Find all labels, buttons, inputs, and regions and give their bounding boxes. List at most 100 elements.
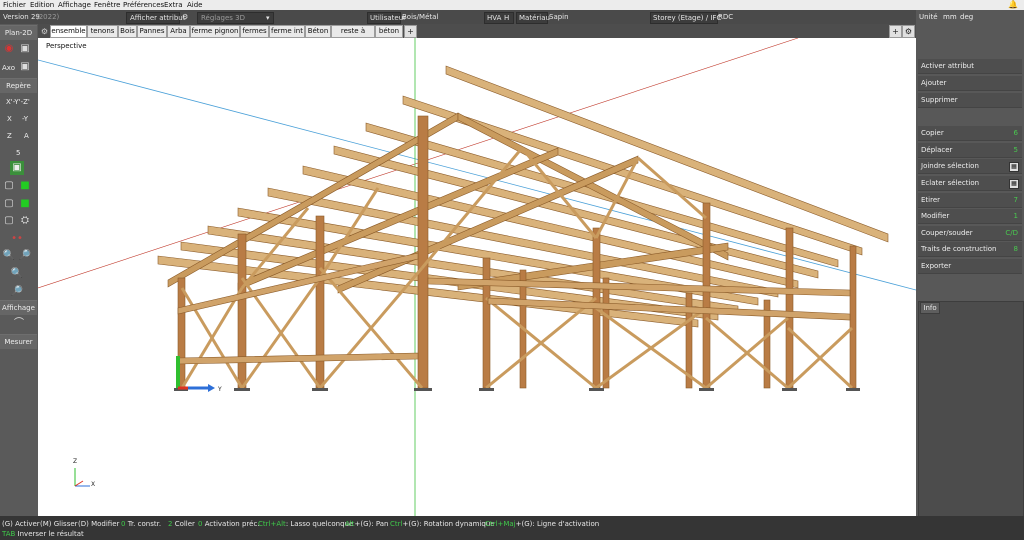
copier-button[interactable]: Copier 6 xyxy=(918,126,1022,141)
wire-cube-icon[interactable]: ▢ xyxy=(2,197,16,211)
hidden-line-icon[interactable]: ▢ xyxy=(2,214,16,228)
viewport-settings-button[interactable]: ⚙ xyxy=(902,25,915,38)
menu-extra[interactable]: Extra xyxy=(164,1,182,9)
measure-tool-icon[interactable]: ⌒ xyxy=(10,317,28,331)
solid-green-icon[interactable]: ■ xyxy=(18,179,32,193)
status-hint-coller: 2 Coller xyxy=(168,520,195,528)
timber-frame-model xyxy=(38,38,916,516)
axo-label[interactable]: Axo xyxy=(2,64,15,72)
menu-edition[interactable]: Edition xyxy=(30,1,54,9)
view-z-button[interactable]: Z xyxy=(7,132,12,140)
storey-label: Storey (Etage) / IFC xyxy=(653,14,722,22)
status-hint-ligne-activation: Ctrl+Maj+(G): Ligne d'activation xyxy=(485,520,600,528)
tab-pannes[interactable]: Pannes xyxy=(137,25,167,38)
traits-construction-button[interactable]: Traits de construction 8 xyxy=(918,242,1022,257)
wireframe-icon[interactable]: ▢ xyxy=(2,179,16,193)
joindre-icon: ▦ xyxy=(1009,162,1019,172)
status-hint-pan: Alt+(G): Pan xyxy=(345,520,389,528)
affichage-button[interactable]: Affichage xyxy=(0,300,37,315)
view-5-button[interactable]: 5 xyxy=(16,149,20,157)
storey-value: RDC xyxy=(718,13,734,21)
tab-ferme-pignon[interactable]: ferme pignon xyxy=(190,25,240,38)
menu-preferences[interactable]: Préférences xyxy=(123,1,164,9)
top-toolbar: Version 29 (2022) Afficher attribut ⚙ Ré… xyxy=(0,10,1024,25)
status-hint-activer: (G) Activer xyxy=(2,520,40,528)
viewport-add-button[interactable]: + xyxy=(889,25,902,38)
storey-button[interactable]: Storey (Etage) / IFC xyxy=(650,12,722,24)
status-bar: (G) Activer (M) Glisser (D) Modifier 0 T… xyxy=(0,516,1024,540)
unite-angle[interactable]: deg xyxy=(960,13,973,21)
red-tool-icon[interactable]: •• xyxy=(10,232,24,246)
activer-attribut-button[interactable]: Activer attribut xyxy=(918,59,1022,74)
utilisateur-label: Utilisateur xyxy=(370,14,407,22)
tab-arba[interactable]: Arba xyxy=(167,25,190,38)
menu-fichier[interactable]: Fichier xyxy=(3,1,26,9)
status-hint-modifier: (D) Modifier xyxy=(78,520,120,528)
mini-axis-x-label: X xyxy=(91,481,96,488)
version-label: Version 29 xyxy=(3,13,40,21)
reglages-3d-dropdown[interactable]: Réglages 3D ▾ xyxy=(197,12,274,24)
tab-beton[interactable]: Béton xyxy=(305,25,331,38)
axo-cube-icon[interactable]: ▣ xyxy=(18,60,32,74)
repere-button[interactable]: Repère xyxy=(0,78,37,93)
eclater-selection-button[interactable]: Eclater sélection ▦ xyxy=(918,176,1022,191)
view-settings-icon[interactable]: ⚙ xyxy=(182,13,188,21)
perspective-cube-icon[interactable]: ▣ xyxy=(18,42,32,56)
materiau-button[interactable]: Matériau xyxy=(516,12,550,24)
view-a-button[interactable]: A xyxy=(24,132,29,140)
plan-2d-button[interactable]: Plan-2D xyxy=(0,25,37,40)
supprimer-button[interactable]: Supprimer xyxy=(918,93,1022,108)
status-hint-rotation: Ctrl+(G): Rotation dynamique xyxy=(390,520,495,528)
3d-viewport[interactable]: Perspective Y Z X xyxy=(38,38,916,516)
right-panel: Unité mm deg Activer attribut Ajouter Su… xyxy=(916,10,1024,517)
view-neg-y-button[interactable]: -Y xyxy=(22,115,28,123)
tab-tenons[interactable]: tenons xyxy=(87,25,118,38)
hva-button[interactable]: HVA H xyxy=(484,12,514,24)
solid-cube-icon[interactable]: ■ xyxy=(18,197,32,211)
view-xyz-button[interactable]: X'-Y'-Z' xyxy=(6,98,30,106)
h-label: H xyxy=(504,14,510,22)
eclater-icon: ▦ xyxy=(1009,179,1019,189)
menu-fenetre[interactable]: Fenêtre xyxy=(94,1,120,9)
info-tab[interactable]: Info xyxy=(920,302,940,314)
chevron-down-icon: ▾ xyxy=(266,14,270,22)
render-mode-icon[interactable]: ▣ xyxy=(10,161,24,175)
mesurer-button[interactable]: Mesurer xyxy=(0,334,37,349)
tab-ensemble[interactable]: ensemble xyxy=(50,25,87,38)
couper-souder-button[interactable]: Couper/souder C/D xyxy=(918,226,1022,241)
tab-reste-a-faire[interactable]: reste à faire xyxy=(331,25,375,46)
tab-ferme-int[interactable]: ferme int xyxy=(269,25,305,38)
modifier-button[interactable]: Modifier 1 xyxy=(918,209,1022,224)
unite-length[interactable]: mm xyxy=(943,13,957,21)
unite-label: Unité xyxy=(919,13,938,21)
version-year: (2022) xyxy=(36,13,60,21)
menu-affichage[interactable]: Affichage xyxy=(58,1,91,9)
joindre-selection-button[interactable]: Joindre sélection ▦ xyxy=(918,159,1022,174)
section-icon[interactable]: ⛭ xyxy=(18,214,32,228)
notification-icon[interactable]: 🔔 xyxy=(1008,0,1018,9)
tab-bois[interactable]: Bois xyxy=(118,25,137,38)
menu-aide[interactable]: Aide xyxy=(187,1,202,9)
zoom-in-icon[interactable]: 🔍 xyxy=(2,249,16,263)
ajouter-button[interactable]: Ajouter xyxy=(918,76,1022,91)
status-hint-glisser: (M) Glisser xyxy=(40,520,78,528)
tab-fermes[interactable]: fermes xyxy=(240,25,269,38)
exporter-button[interactable]: Exporter xyxy=(918,259,1022,274)
view-x-button[interactable]: X xyxy=(7,115,12,123)
tab-beton-2[interactable]: béton xyxy=(375,25,403,38)
utilisateur-value: Bois/Métal xyxy=(402,13,439,21)
origin-axis-y-label: Y xyxy=(218,386,222,393)
materiau-value: Sapin xyxy=(549,13,569,21)
info-panel xyxy=(918,301,1024,517)
status-hint-tr-constr: 0 Tr. constr. xyxy=(121,520,162,528)
afficher-attribut-button[interactable]: Afficher attribut xyxy=(126,12,185,24)
deplacer-button[interactable]: Déplacer 5 xyxy=(918,143,1022,158)
etirer-button[interactable]: Etirer 7 xyxy=(918,193,1022,208)
add-tab-button[interactable]: + xyxy=(404,25,417,38)
tab-bar: ⚙ ensemble tenons Bois Pannes Arba ferme… xyxy=(38,24,916,46)
zoom-out-icon[interactable]: 🔎 xyxy=(18,249,32,263)
utilisateur-button[interactable]: Utilisateur xyxy=(367,12,406,24)
perspective-red-icon[interactable]: ◉ xyxy=(2,42,16,56)
zoom-window-icon[interactable]: 🔍 xyxy=(10,267,24,281)
zoom-all-icon[interactable]: 🔎 xyxy=(10,285,24,299)
